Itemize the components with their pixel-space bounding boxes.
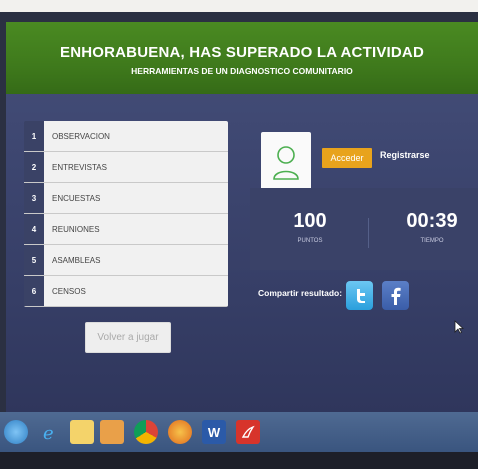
monitor: ENHORABUENA, HAS SUPERADO LA ACTIVIDAD H… xyxy=(0,12,478,469)
activity-label: ASAMBLEAS xyxy=(44,245,228,275)
stats-divider xyxy=(368,218,369,248)
activity-label: ENCUESTAS xyxy=(44,183,228,213)
firefox-icon[interactable] xyxy=(168,420,192,444)
monitor-bezel xyxy=(0,452,478,469)
replay-button[interactable]: Volver a jugar xyxy=(85,322,171,353)
time-label: TIEMPO xyxy=(420,238,444,244)
activity-item[interactable]: 1 OBSERVACION xyxy=(24,121,228,152)
result-header: ENHORABUENA, HAS SUPERADO LA ACTIVIDAD H… xyxy=(6,22,478,94)
activity-item[interactable]: 4 REUNIONES xyxy=(24,214,228,245)
points-label: PUNTOS xyxy=(297,238,323,244)
activity-label: ENTREVISTAS xyxy=(44,152,228,182)
login-button[interactable]: Acceder xyxy=(322,148,372,168)
activity-label: CENSOS xyxy=(44,276,228,306)
avatar xyxy=(261,132,311,194)
word-icon[interactable]: W xyxy=(202,420,226,444)
activity-number: 5 xyxy=(24,245,44,275)
activity-number: 6 xyxy=(24,276,44,306)
activity-label: OBSERVACION xyxy=(44,121,228,151)
share-label: Compartir resultado: xyxy=(258,288,343,298)
chrome-icon[interactable] xyxy=(134,420,158,444)
activity-number: 4 xyxy=(24,214,44,244)
register-link[interactable]: Registrarse xyxy=(380,150,430,160)
time-value: 00:39 xyxy=(406,210,458,232)
activity-item[interactable]: 3 ENCUESTAS xyxy=(24,183,228,214)
activity-number: 3 xyxy=(24,183,44,213)
pdf-icon[interactable] xyxy=(236,420,260,444)
points-value: 100 xyxy=(293,210,327,232)
ie-icon[interactable]: e xyxy=(38,420,62,444)
facebook-icon[interactable] xyxy=(382,281,409,310)
game-screen: ENHORABUENA, HAS SUPERADO LA ACTIVIDAD H… xyxy=(6,22,478,414)
activity-label: REUNIONES xyxy=(44,214,228,244)
activity-item[interactable]: 5 ASAMBLEAS xyxy=(24,245,228,276)
user-icon xyxy=(273,146,299,180)
activity-item[interactable]: 2 ENTREVISTAS xyxy=(24,152,228,183)
activity-number: 1 xyxy=(24,121,44,151)
activity-list: 1 OBSERVACION 2 ENTREVISTAS 3 ENCUESTAS … xyxy=(24,121,228,307)
activity-number: 2 xyxy=(24,152,44,182)
result-subtitle: HERRAMIENTAS DE UN DIAGNOSTICO COMUNITAR… xyxy=(131,66,353,76)
twitter-icon[interactable] xyxy=(346,281,373,310)
score-panel: 100 PUNTOS 00:39 TIEMPO xyxy=(250,188,478,270)
taskbar: e W xyxy=(0,412,478,452)
svg-text:e: e xyxy=(43,423,54,442)
mouse-cursor-icon xyxy=(454,320,464,334)
folder-icon[interactable] xyxy=(70,420,94,444)
start-icon[interactable] xyxy=(4,420,28,444)
media-icon[interactable] xyxy=(100,420,124,444)
result-title: ENHORABUENA, HAS SUPERADO LA ACTIVIDAD xyxy=(59,44,424,61)
activity-item[interactable]: 6 CENSOS xyxy=(24,276,228,307)
